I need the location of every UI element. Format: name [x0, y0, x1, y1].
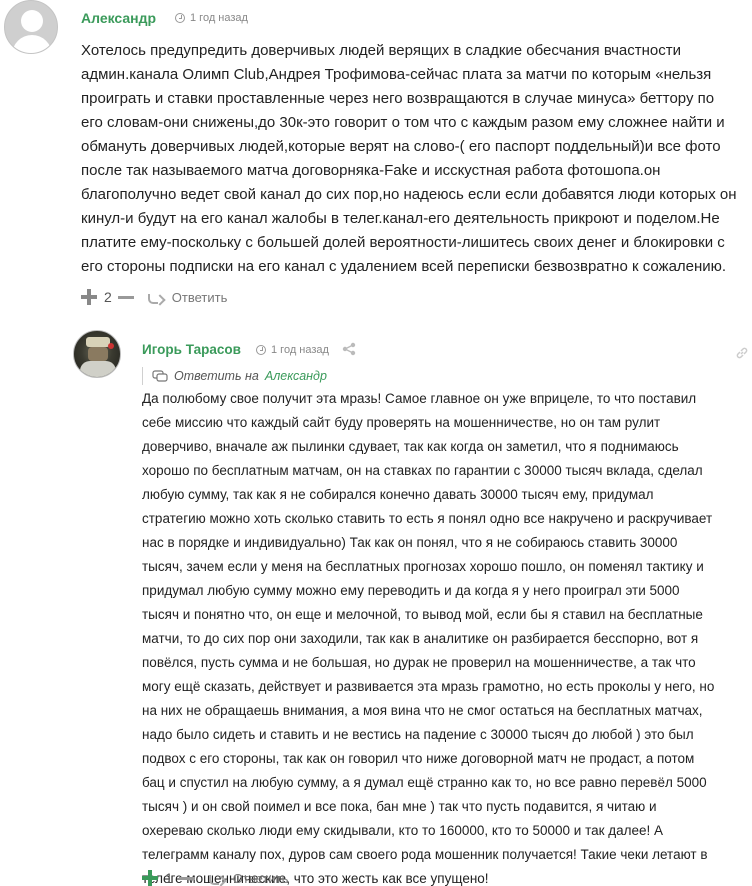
comment-line: на них не обращаешь внимания, а моя вина… [142, 703, 703, 718]
comment-igor-tarasov: Игорь Тарасов 1 год назад Ответить на Ал… [0, 320, 752, 886]
comment-line: платите ему-поскольку с большей долей ве… [81, 234, 725, 251]
comment-aleksandr: Александр 1 год назад Хотелось предупред… [0, 0, 752, 320]
comment-line: его стороны подписки на его канал с удал… [81, 258, 727, 275]
avatar[interactable] [4, 0, 58, 54]
clock-icon [256, 345, 266, 355]
comment-text: Да полюбому свое получит эта мразь! Само… [142, 387, 752, 886]
reply-arrow-icon[interactable] [208, 872, 225, 885]
avatar[interactable] [73, 330, 121, 378]
comment-line: Хотелось предупредить доверчивых людей в… [81, 42, 682, 59]
comment-text: Хотелось предупредить доверчивых людей в… [81, 39, 751, 279]
comment-line: кинул-и будут на его канал жалобы в теле… [81, 210, 720, 227]
share-icon[interactable] [342, 342, 356, 356]
comment-line: надо было сидеть и ставить и не вестись … [142, 727, 694, 742]
comment-time-label: 1 год назад [190, 12, 248, 24]
clock-icon [175, 13, 185, 23]
comment-line: доверчиво, вначале аж пылинки сдувает, т… [142, 439, 679, 454]
comment-line: любую сумму, так как я не собирался коне… [142, 487, 654, 502]
comment-line: тысяч, зачем если у меня на бесплатных п… [142, 559, 704, 574]
comment-line: телеграмм каналу пох, дуров сам своего р… [142, 847, 708, 862]
reply-button[interactable]: Ответить [233, 871, 289, 886]
comment-time[interactable]: 1 год назад [256, 344, 329, 356]
comment-line: тысяч ) и он свой поимел и все пока, бан… [142, 799, 657, 814]
comment-time[interactable]: 1 год назад [175, 12, 248, 24]
comment-author[interactable]: Игорь Тарасов [142, 342, 241, 357]
comment-line: бац и спустил на любую сумму, а я думал … [142, 775, 707, 790]
comment-line: могу ещё сказать, действует и развиваетс… [142, 679, 715, 694]
vote-down-icon[interactable] [117, 295, 134, 299]
comment-line: Да полюбому свое получит эта мразь! Само… [142, 391, 697, 406]
comment-line: нас в порядке и индивидуально) Так как о… [142, 535, 678, 550]
reply-button[interactable]: Ответить [172, 290, 228, 305]
vote-up-icon[interactable] [142, 870, 158, 886]
link-icon[interactable] [735, 346, 749, 360]
comment-line: повёлся, пусть сумма и не большая, но ду… [142, 655, 696, 670]
vote-count: 1 [165, 870, 173, 886]
comment-line: тысяч и понятно что, он еще и мелочной, … [142, 607, 703, 622]
comment-line: благополучно ведет свой канал до сих пор… [81, 186, 737, 203]
comment-line: после так называемого матча договорняка-… [81, 162, 661, 179]
reply-to-label: Ответить на [174, 369, 259, 383]
vote-up-icon[interactable] [81, 289, 97, 305]
reply-quote-bar [142, 367, 143, 385]
comment-line: матчи, то до сих пор они заходили, так к… [142, 631, 699, 646]
reply-to-name[interactable]: Александр [265, 369, 327, 383]
comment-author[interactable]: Александр [81, 10, 156, 26]
comment-line: обмануть доверчивых людей,которые верят … [81, 138, 721, 155]
reply-arrow-icon[interactable] [147, 291, 164, 304]
comment-line: себе миссию что каждый сайт буду проверя… [142, 415, 661, 430]
vote-count: 2 [104, 289, 112, 305]
comment-actions: 1 Ответить [142, 870, 288, 886]
comment-line: стратегию можно хоть сколько ставить то … [142, 511, 713, 526]
comment-actions: 2 Ответить [81, 289, 227, 305]
comment-line: подвох с его стороны, так как он говорил… [142, 751, 695, 766]
vote-down-icon[interactable] [178, 876, 195, 880]
comment-line: охереваю сколько люди ему скидывали, кто… [142, 823, 664, 838]
comment-line: его словам-они снижены,до 30к-это говори… [81, 114, 725, 131]
comment-line: придумал любую сумму можно ему переводит… [142, 583, 680, 598]
comment-line: хорошо по бесплатным матчам, он на ставк… [142, 463, 703, 478]
chat-bubble-icon [152, 369, 168, 382]
comment-time-label: 1 год назад [271, 344, 329, 356]
comment-line: админ.канала Олимп Club,Андрея Трофимова… [81, 66, 712, 83]
comment-line: проиграть и ставки проставленные через н… [81, 90, 715, 107]
reply-to[interactable]: Ответить на Александр [152, 369, 327, 383]
